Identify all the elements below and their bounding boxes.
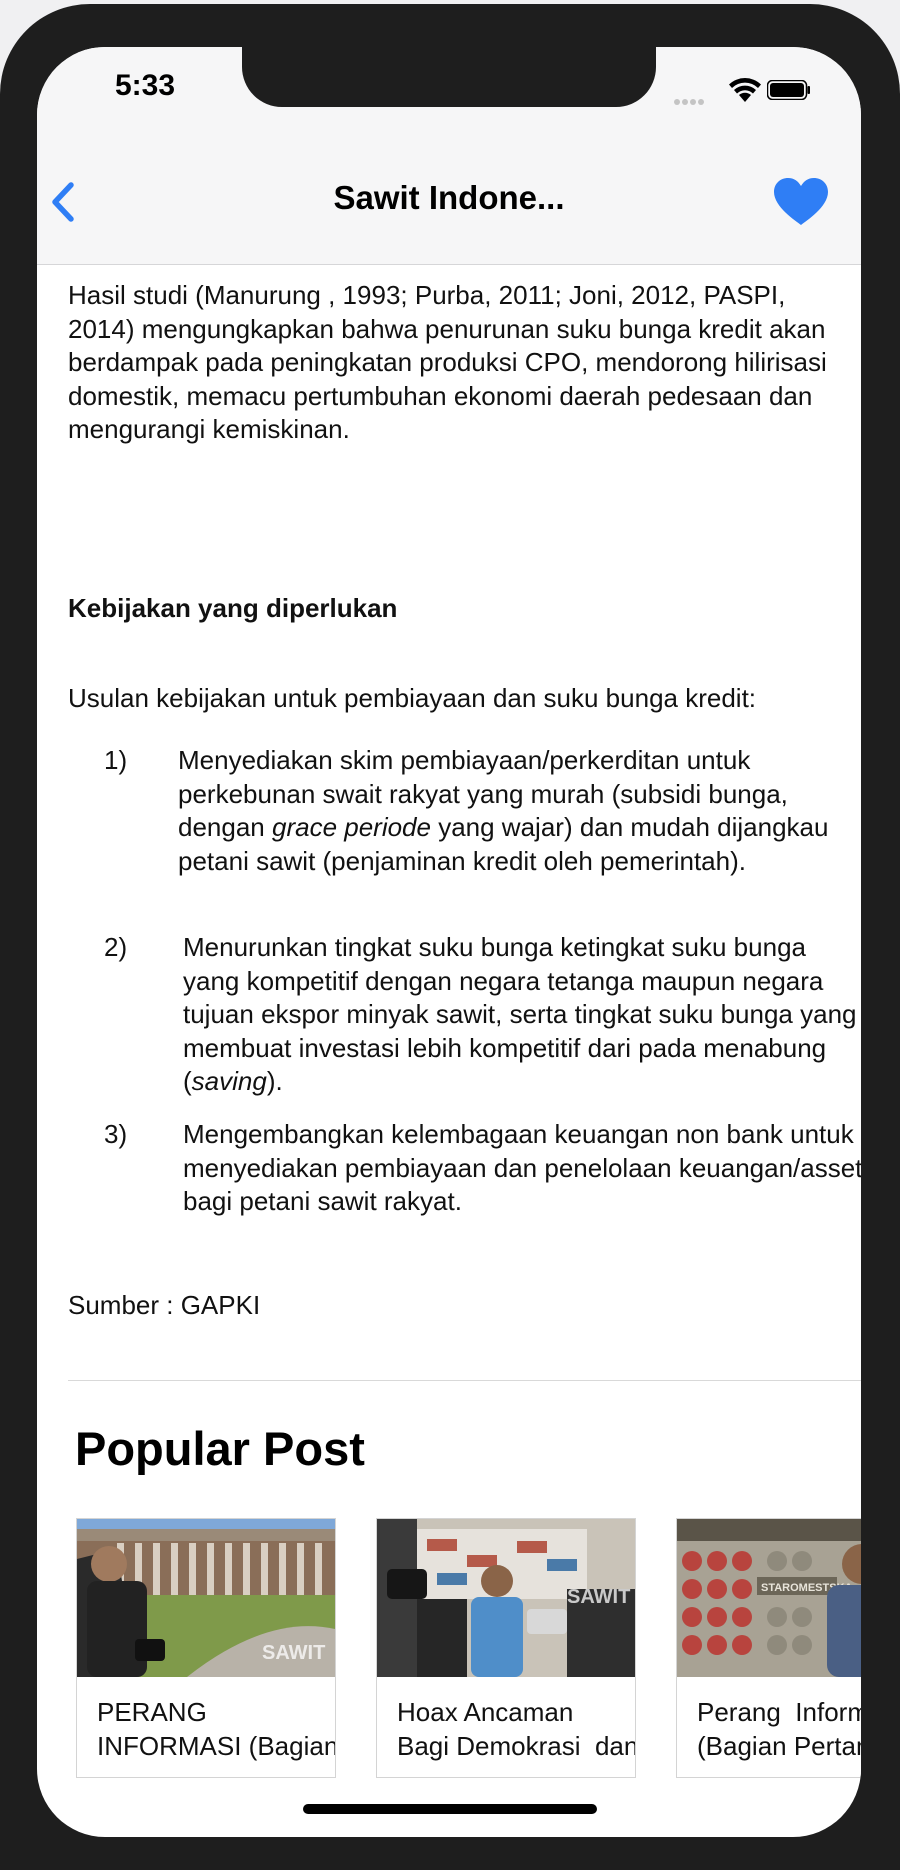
- thumbnail-watermark: SAWIT: [567, 1586, 630, 1608]
- wifi-icon: [729, 78, 761, 102]
- list-text-part: Menurunkan tingkat suku bunga ketingkat …: [183, 932, 857, 1096]
- post-thumbnail: SAWIT: [377, 1519, 635, 1677]
- list-number: 1): [104, 745, 128, 775]
- list-text-emphasis: grace periode: [271, 812, 431, 842]
- post-title: PERANG INFORMASI (Bagian: [97, 1697, 336, 1761]
- list-text-part: ).: [266, 1066, 283, 1096]
- back-chevron-icon[interactable]: [45, 177, 85, 227]
- intro-paragraph: Hasil studi (Manurung , 1993; Purba, 201…: [68, 280, 827, 444]
- source-text: Sumber : GAPKI: [68, 1290, 261, 1320]
- device-frame: 5:33 Sawit Indone... Hasil studi (Manuru…: [0, 4, 900, 1870]
- popular-post-card[interactable]: SAWIT Hoax Ancaman Bagi Demokrasi dan: [376, 1518, 636, 1778]
- thumbnail-watermark: SAWIT: [262, 1642, 325, 1664]
- lead-paragraph: Usulan kebijakan untuk pembiayaan dan su…: [68, 683, 757, 713]
- list-text: Menyediakan skim pembiayaan/perkerditan …: [178, 744, 858, 878]
- signal-icon: [674, 92, 712, 105]
- list-number: 3): [104, 1119, 128, 1149]
- list-text: Menurunkan tingkat suku bunga ketingkat …: [183, 931, 861, 1099]
- list-text-part: Mengembangkan kelembagaan keuangan non b…: [183, 1119, 861, 1216]
- home-indicator[interactable]: [303, 1804, 597, 1814]
- device-notch: [242, 47, 656, 107]
- divider: [68, 1380, 861, 1381]
- section-heading: Kebijakan yang diperlukan: [68, 593, 398, 623]
- post-thumbnail: SAWIT: [77, 1519, 335, 1677]
- battery-icon: [767, 80, 810, 100]
- post-thumbnail: STAROMESTSKA: [677, 1519, 861, 1677]
- post-title: Perang Informasi (Bagian Pertama): [697, 1697, 861, 1761]
- list-text: Mengembangkan kelembagaan keuangan non b…: [183, 1118, 861, 1219]
- screen: 5:33 Sawit Indone... Hasil studi (Manuru…: [37, 47, 861, 1837]
- post-title: Hoax Ancaman Bagi Demokrasi dan: [397, 1697, 636, 1761]
- status-time: 5:33: [115, 69, 176, 102]
- popular-post-card[interactable]: SAWIT PERANG INFORMASI (Bagian: [76, 1518, 336, 1778]
- page-title: Sawit Indone...: [333, 179, 565, 216]
- heart-icon[interactable]: [772, 177, 830, 227]
- list-text-emphasis: saving: [191, 1066, 267, 1096]
- navigation-bar: 5:33 Sawit Indone...: [37, 47, 861, 265]
- list-number: 2): [104, 932, 128, 962]
- popular-post-card[interactable]: STAROMESTSKA Perang Informasi (Bagian Pe…: [676, 1518, 861, 1778]
- popular-post-title: Popular Post: [75, 1422, 365, 1475]
